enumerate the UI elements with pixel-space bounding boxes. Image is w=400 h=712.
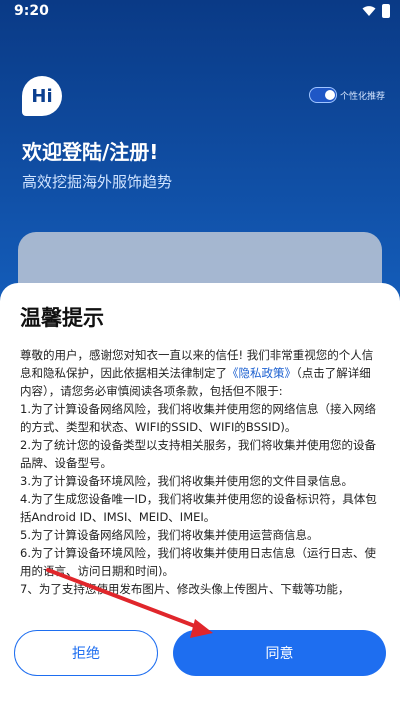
intro-paragraph: 尊敬的用户，感谢您对知衣一直以来的信任! 我们非常重视您的个人信息和隐私保护，因… bbox=[20, 346, 382, 400]
policy-item: 5.为了计算设备网络风险，我们将收集并使用运营商信息。 bbox=[20, 528, 319, 542]
toggle-label: 个性化推荐 bbox=[340, 92, 386, 102]
dialog-body[interactable]: 尊敬的用户，感谢您对知衣一直以来的信任! 我们非常重视您的个人信息和隐私保护，因… bbox=[20, 346, 382, 606]
privacy-policy-link[interactable]: 《隐私政策》 bbox=[227, 366, 296, 380]
welcome-title: 欢迎登陆/注册! bbox=[22, 140, 159, 164]
wifi-icon bbox=[362, 6, 376, 16]
toggle-knob bbox=[325, 90, 335, 100]
policy-item: 4.为了生成您设备唯一ID，我们将收集并使用您的设备标识符，具体包括Androi… bbox=[20, 492, 377, 524]
battery-icon bbox=[382, 4, 390, 18]
hi-logo: Hi bbox=[22, 76, 62, 116]
agree-button[interactable]: 同意 bbox=[173, 630, 386, 676]
policy-item: 6.为了计算设备环境风险，我们将收集并使用日志信息（运行日志、使用的语言、访问日… bbox=[20, 546, 376, 578]
personalized-recommendation-toggle[interactable] bbox=[309, 87, 337, 103]
status-icons bbox=[362, 4, 390, 18]
policy-item: 2.为了统计您的设备类型以支持相关服务，我们将收集并使用您的设备品牌、设备型号。 bbox=[20, 438, 376, 470]
privacy-dialog: 温馨提示 尊敬的用户，感谢您对知衣一直以来的信任! 我们非常重视您的个人信息和隐… bbox=[0, 283, 400, 712]
refuse-button[interactable]: 拒绝 bbox=[14, 630, 158, 676]
policy-item: 1.为了计算设备网络风险，我们将收集并使用您的网络信息（接入网络的方式、类型和状… bbox=[20, 402, 376, 434]
policy-item: 3.为了计算设备环境风险，我们将收集并使用您的文件目录信息。 bbox=[20, 474, 353, 488]
policy-item: 7、为了支持您使用发布图片、修改头像上传图片、下载等功能， bbox=[20, 582, 350, 596]
dialog-title: 温馨提示 bbox=[20, 306, 104, 330]
status-time: 9:20 bbox=[14, 3, 49, 19]
welcome-subtitle: 高效挖掘海外服饰趋势 bbox=[22, 173, 173, 191]
status-bar: 9:20 bbox=[0, 0, 400, 24]
